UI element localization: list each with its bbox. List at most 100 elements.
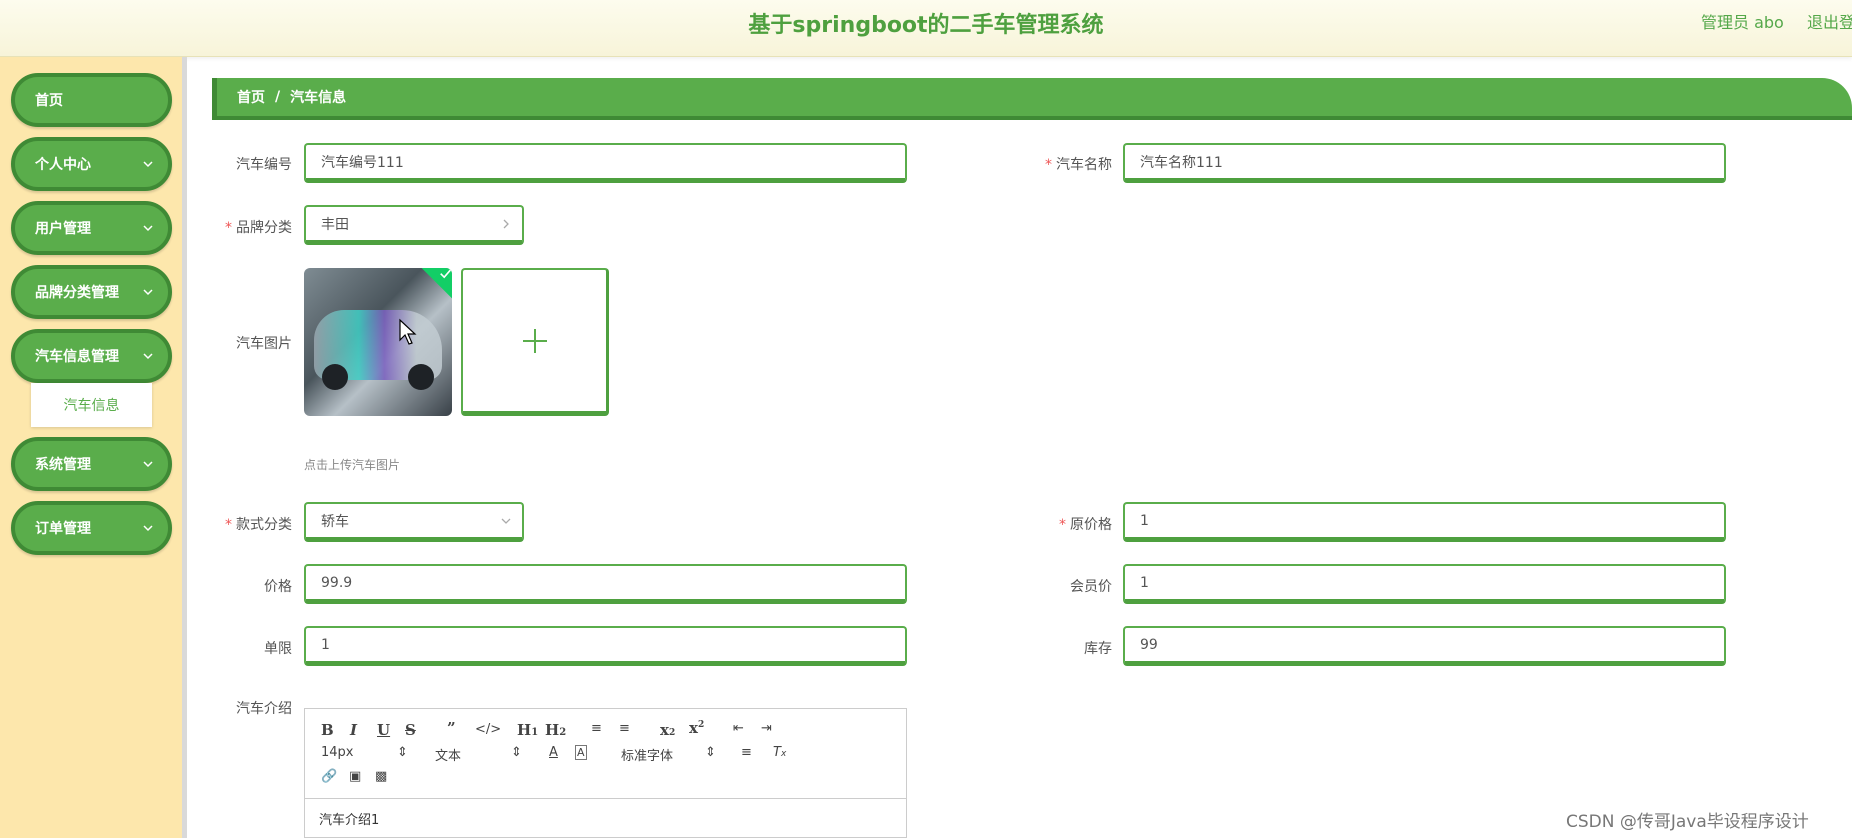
brand-select[interactable]: 丰田 bbox=[304, 205, 524, 245]
member-price-value: 1 bbox=[1140, 574, 1149, 591]
style-select[interactable]: 轿车 bbox=[304, 502, 524, 542]
required-marker: * bbox=[225, 220, 232, 236]
align-icon[interactable]: ≡ bbox=[741, 745, 752, 760]
sidebar-item-personal-center[interactable]: 个人中心 bbox=[11, 137, 172, 191]
intro-label: 汽车介绍 bbox=[212, 698, 292, 718]
sidebar-item-car-info-management[interactable]: 汽车信息管理 bbox=[11, 329, 172, 383]
breadcrumb: 首页 / 汽车信息 bbox=[212, 78, 1852, 120]
sidebar-item-label: 个人中心 bbox=[35, 157, 91, 173]
sidebar-item-label: 系统管理 bbox=[35, 457, 91, 473]
watermark: CSDN @传哥Java毕设程序设计 bbox=[1566, 812, 1809, 832]
intro-label-text: 汽车介绍 bbox=[236, 701, 292, 717]
blockquote-icon[interactable]: ” bbox=[447, 719, 456, 737]
sidebar-subitem-car-info[interactable]: 汽车信息 bbox=[31, 383, 152, 427]
style-value: 轿车 bbox=[321, 513, 349, 530]
h1-icon[interactable]: H1 bbox=[517, 721, 538, 739]
chevron-down-icon bbox=[143, 161, 153, 168]
admin-label: 管理员 abo bbox=[1701, 13, 1784, 32]
italic-icon[interactable]: I bbox=[350, 721, 357, 739]
car-no-label: 汽车编号 bbox=[212, 154, 292, 174]
stock-input[interactable]: 99 bbox=[1123, 626, 1726, 666]
upload-success-badge bbox=[418, 268, 452, 300]
brand-value: 丰田 bbox=[321, 216, 349, 233]
editor-toolbar: B I U S ” </> H1 H2 ≡ ≡ x2 x2 ⇤ ⇥ 14px ⇕… bbox=[305, 709, 906, 799]
limit-label: 单限 bbox=[212, 638, 292, 658]
orig-price-label-text: 原价格 bbox=[1070, 517, 1112, 533]
chevron-down-icon bbox=[143, 225, 153, 232]
image-icon[interactable]: ▣ bbox=[349, 769, 361, 784]
sidebar-item-brand-category[interactable]: 品牌分类管理 bbox=[11, 265, 172, 319]
video-icon[interactable]: ▩ bbox=[375, 769, 387, 784]
sidebar-item-label: 用户管理 bbox=[35, 221, 91, 237]
car-no-label-text: 汽车编号 bbox=[236, 157, 292, 173]
code-icon[interactable]: </> bbox=[475, 722, 501, 737]
check-icon bbox=[440, 269, 452, 279]
header-select[interactable]: 文本 bbox=[435, 745, 461, 764]
limit-label-text: 单限 bbox=[264, 641, 292, 657]
font-size-select[interactable]: 14px bbox=[321, 745, 354, 760]
plus-icon bbox=[522, 328, 547, 353]
subscript-icon[interactable]: x2 bbox=[660, 721, 675, 739]
image-label: 汽车图片 bbox=[212, 333, 292, 353]
price-value: 99.9 bbox=[321, 574, 353, 591]
sidebar-item-user-management[interactable]: 用户管理 bbox=[11, 201, 172, 255]
sidebar-item-label: 首页 bbox=[35, 93, 63, 109]
app-title: 基于springboot的二手车管理系统 bbox=[748, 13, 1104, 38]
car-no-input[interactable]: 汽车编号111 bbox=[304, 143, 907, 183]
background-color-icon[interactable]: A bbox=[575, 745, 587, 760]
orig-price-input[interactable]: 1 bbox=[1123, 502, 1726, 542]
h2-icon[interactable]: H2 bbox=[545, 721, 566, 739]
link-icon[interactable]: 🔗 bbox=[321, 769, 337, 784]
top-header: 基于springboot的二手车管理系统 管理员 abo 退出登 bbox=[0, 0, 1852, 57]
font-size-arrow-icon: ⇕ bbox=[397, 745, 408, 760]
font-color-icon[interactable]: A bbox=[549, 745, 558, 760]
car-wheel bbox=[408, 364, 434, 390]
ordered-list-icon[interactable]: ≡ bbox=[591, 721, 602, 736]
font-family-select[interactable]: 标准字体 bbox=[621, 745, 673, 764]
bold-icon[interactable]: B bbox=[321, 721, 334, 739]
style-label-text: 款式分类 bbox=[236, 517, 292, 533]
indent-icon[interactable]: ⇥ bbox=[761, 721, 772, 736]
car-image-thumbnail[interactable] bbox=[304, 268, 452, 416]
sidebar-item-label: 汽车信息管理 bbox=[35, 349, 119, 365]
stock-label-text: 库存 bbox=[1084, 641, 1112, 657]
price-input[interactable]: 99.9 bbox=[304, 564, 907, 604]
chevron-right-icon bbox=[503, 219, 509, 228]
sidebar-item-order-management[interactable]: 订单管理 bbox=[11, 501, 172, 555]
font-family-arrow-icon: ⇕ bbox=[705, 745, 716, 760]
member-price-label-text: 会员价 bbox=[1070, 579, 1112, 595]
required-marker: * bbox=[1059, 517, 1066, 533]
strike-icon[interactable]: S bbox=[405, 721, 416, 739]
member-price-label: 会员价 bbox=[1020, 576, 1112, 596]
underline-icon[interactable]: U bbox=[377, 721, 390, 739]
sidebar-item-system-management[interactable]: 系统管理 bbox=[11, 437, 172, 491]
car-name-input[interactable]: 汽车名称111 bbox=[1123, 143, 1726, 183]
car-wheel bbox=[322, 364, 348, 390]
chevron-down-icon bbox=[143, 461, 153, 468]
header-arrow-icon: ⇕ bbox=[511, 745, 522, 760]
clear-format-icon[interactable]: Tx bbox=[773, 745, 786, 760]
car-no-value: 汽车编号111 bbox=[321, 154, 404, 171]
bullet-list-icon[interactable]: ≡ bbox=[619, 721, 630, 736]
upload-add-button[interactable] bbox=[461, 268, 609, 416]
image-label-text: 汽车图片 bbox=[236, 336, 292, 352]
breadcrumb-current: 汽车信息 bbox=[290, 90, 347, 106]
limit-input[interactable]: 1 bbox=[304, 626, 907, 666]
stock-label: 库存 bbox=[1020, 638, 1112, 658]
style-label: * 款式分类 bbox=[212, 514, 292, 534]
editor-content[interactable]: 汽车介绍1 bbox=[305, 799, 906, 838]
superscript-icon[interactable]: x2 bbox=[689, 719, 704, 737]
sidebar-item-label: 品牌分类管理 bbox=[35, 285, 119, 301]
rich-text-editor: B I U S ” </> H1 H2 ≡ ≡ x2 x2 ⇤ ⇥ 14px ⇕… bbox=[304, 708, 907, 838]
brand-label: * 品牌分类 bbox=[212, 217, 292, 237]
outdent-icon[interactable]: ⇤ bbox=[733, 721, 744, 736]
chevron-down-icon bbox=[143, 353, 153, 360]
cursor-icon bbox=[399, 318, 417, 345]
chevron-down-icon bbox=[143, 525, 153, 532]
sidebar-item-home[interactable]: 首页 bbox=[11, 73, 172, 127]
member-price-input[interactable]: 1 bbox=[1123, 564, 1726, 604]
car-name-label: * 汽车名称 bbox=[1020, 154, 1112, 174]
sidebar-item-label: 订单管理 bbox=[35, 521, 91, 537]
logout-link[interactable]: 退出登 bbox=[1807, 9, 1852, 33]
breadcrumb-home[interactable]: 首页 bbox=[237, 87, 265, 107]
